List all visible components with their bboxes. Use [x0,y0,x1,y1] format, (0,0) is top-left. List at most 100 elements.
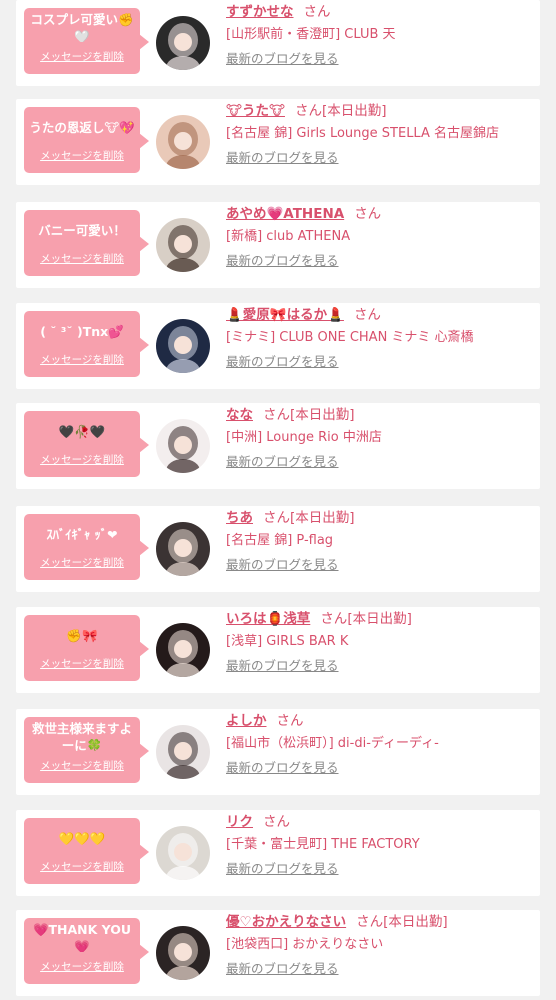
shop-label: [ミナミ] CLUB ONE CHAN ミナミ 心斎橋 [226,330,474,345]
honorific-label: さん [303,4,331,20]
message-text: うたの恩返し🐮💖 [29,119,135,135]
message-card-6: ｽﾊﾞｲｷﾞｬ ｯﾞ❤ メッセージを削除 ちあ さん[本日出勤] [名古屋 錦] … [16,506,540,592]
avatar[interactable] [156,218,210,272]
latest-blog-link[interactable]: 最新のブログを見る [226,353,339,371]
avatar[interactable] [156,115,210,169]
delete-message-link[interactable]: メッセージを削除 [24,959,140,974]
honorific-label: さん [354,206,382,222]
message-bubble: 救世主様来ますよーに🍀 メッセージを削除 [24,717,149,783]
cast-info: いろは🏮浅草 さん[本日出勤] [浅草] GIRLS BAR K 最新のブログを見… [226,609,536,675]
honorific-label: さん [263,407,290,423]
honorific-label: さん [263,510,290,526]
name-line: 🐮うた🐮 さん[本日出勤] [226,101,536,121]
shift-status-label: [本日出勤] [290,510,355,526]
latest-blog-link[interactable]: 最新のブログを見る [226,50,339,68]
name-line: 💄愛原🎀はるか💄 さん [226,305,536,325]
avatar[interactable] [156,419,210,473]
cast-info: 🐮うた🐮 さん[本日出勤] [名古屋 錦] Girls Lounge STELLA… [226,101,536,167]
message-bubble: ｽﾊﾞｲｷﾞｬ ｯﾞ❤ メッセージを削除 [24,514,149,580]
message-card-7: ✊🎀 メッセージを削除 いろは🏮浅草 さん[本日出勤] [浅草] GIRLS BA… [16,607,540,693]
message-bubble: コスプレ可愛い✊🤍 メッセージを削除 [24,8,149,74]
latest-blog-link[interactable]: 最新のブログを見る [226,252,339,270]
cast-info: 優♡おかえりなさい さん[本日出勤] [池袋西口] おかえりなさい 最新のブログを… [226,912,536,978]
honorific-label: さん [353,307,381,323]
cast-name-link[interactable]: 🐮うた🐮 [226,103,285,119]
shift-status-label: [本日出勤] [321,103,387,119]
honorific-label: さん [320,611,348,627]
shop-label: [千葉・富士見町] THE FACTORY [226,837,420,852]
latest-blog-link[interactable]: 最新のブログを見る [226,556,339,574]
message-bubble: ✊🎀 メッセージを削除 [24,615,149,681]
latest-blog-link[interactable]: 最新のブログを見る [226,657,339,675]
message-bubble: 🖤🥀🖤 メッセージを削除 [24,411,149,477]
cast-info: すずかせな さん [山形駅前・香澄町] CLUB 天 最新のブログを見る [226,2,536,68]
cast-info: なな さん[本日出勤] [中洲] Lounge Rio 中洲店 最新のブログを見る [226,405,536,471]
message-card-1: コスプレ可愛い✊🤍 メッセージを削除 すずかせな さん [山形駅前・香澄町] CL… [16,0,540,86]
shop-label: [山形駅前・香澄町] CLUB 天 [226,27,396,42]
message-bubble: 💗THANK YOU💗 メッセージを削除 [24,918,149,984]
name-line: いろは🏮浅草 さん[本日出勤] [226,609,536,629]
cast-info: よしか さん [福山市（松浜町）] di-di-ディーディ- 最新のブログを見る [226,711,536,777]
cast-name-link[interactable]: なな [226,407,253,423]
message-text: ✊🎀 [66,627,98,643]
message-card-3: バニー可愛い！ メッセージを削除 あやめ💗ATHENA さん [新橋] club … [16,202,540,288]
latest-blog-link[interactable]: 最新のブログを見る [226,960,339,978]
honorific-label: さん [276,713,304,729]
cast-info: リク さん [千葉・富士見町] THE FACTORY 最新のブログを見る [226,812,536,878]
shift-status-label: [本日出勤] [347,611,412,627]
delete-message-link[interactable]: メッセージを削除 [24,352,140,367]
message-bubble: バニー可愛い！ メッセージを削除 [24,210,149,276]
message-card-2: うたの恩返し🐮💖 メッセージを削除 🐮うた🐮 さん[本日出勤] [名古屋 錦] G… [16,99,540,185]
message-bubble: うたの恩返し🐮💖 メッセージを削除 [24,107,149,173]
shop-label: [名古屋 錦] P-flag [226,533,334,548]
latest-blog-link[interactable]: 最新のブログを見る [226,759,339,777]
message-text: コスプレ可愛い✊🤍 [30,12,134,42]
avatar[interactable] [156,725,210,779]
shop-label: [池袋西口] おかえりなさい [226,937,384,952]
avatar[interactable] [156,522,210,576]
cast-name-link[interactable]: すずかせな [226,4,294,20]
delete-message-link[interactable]: メッセージを削除 [24,758,140,773]
cast-name-link[interactable]: ちあ [226,510,253,526]
latest-blog-link[interactable]: 最新のブログを見る [226,453,339,471]
name-line: よしか さん [226,711,536,731]
shop-label: [新橋] club ATHENA [226,229,351,244]
message-text: 🖤🥀🖤 [58,423,106,439]
delete-message-link[interactable]: メッセージを削除 [24,555,140,570]
cast-name-link[interactable]: いろは🏮浅草 [226,611,310,627]
avatar[interactable] [156,826,210,880]
avatar[interactable] [156,319,210,373]
name-line: 優♡おかえりなさい さん[本日出勤] [226,912,536,932]
delete-message-link[interactable]: メッセージを削除 [24,656,140,671]
cast-name-link[interactable]: あやめ💗ATHENA [226,206,344,222]
shift-status-label: [本日出勤] [383,914,448,930]
avatar[interactable] [156,623,210,677]
cast-name-link[interactable]: よしか [226,713,267,729]
name-line: すずかせな さん [226,2,536,22]
honorific-label: さん [294,103,322,119]
message-card-10: 💗THANK YOU💗 メッセージを削除 優♡おかえりなさい さん[本日出勤] [… [16,910,540,996]
cast-name-link[interactable]: リク [226,814,253,830]
latest-blog-link[interactable]: 最新のブログを見る [226,860,339,878]
cast-name-link[interactable]: 💄愛原🎀はるか💄 [226,307,344,323]
shop-label: [名古屋 錦] Girls Lounge STELLA 名古屋錦店 [226,126,500,141]
message-text: バニー可愛い！ [38,222,126,238]
message-bubble: 💛💛💛 メッセージを削除 [24,818,149,884]
avatar[interactable] [156,16,210,70]
message-card-9: 💛💛💛 メッセージを削除 リク さん [千葉・富士見町] THE FACTORY … [16,810,540,896]
delete-message-link[interactable]: メッセージを削除 [24,251,140,266]
delete-message-link[interactable]: メッセージを削除 [24,859,140,874]
shop-label: [浅草] GIRLS BAR K [226,634,349,649]
message-card-5: 🖤🥀🖤 メッセージを削除 なな さん[本日出勤] [中洲] Lounge Rio … [16,403,540,489]
name-line: なな さん[本日出勤] [226,405,536,425]
cast-name-link[interactable]: 優♡おかえりなさい [226,914,346,930]
honorific-label: さん [356,914,384,930]
delete-message-link[interactable]: メッセージを削除 [24,452,140,467]
avatar[interactable] [156,926,210,980]
honorific-label: さん [263,814,290,830]
delete-message-link[interactable]: メッセージを削除 [24,49,140,64]
message-card-4: ( ˘ ³˘ )Tnx💕 メッセージを削除 💄愛原🎀はるか💄 さん [ミナミ] C… [16,303,540,389]
delete-message-link[interactable]: メッセージを削除 [24,148,140,163]
shift-status-label: [本日出勤] [290,407,355,423]
latest-blog-link[interactable]: 最新のブログを見る [226,149,339,167]
